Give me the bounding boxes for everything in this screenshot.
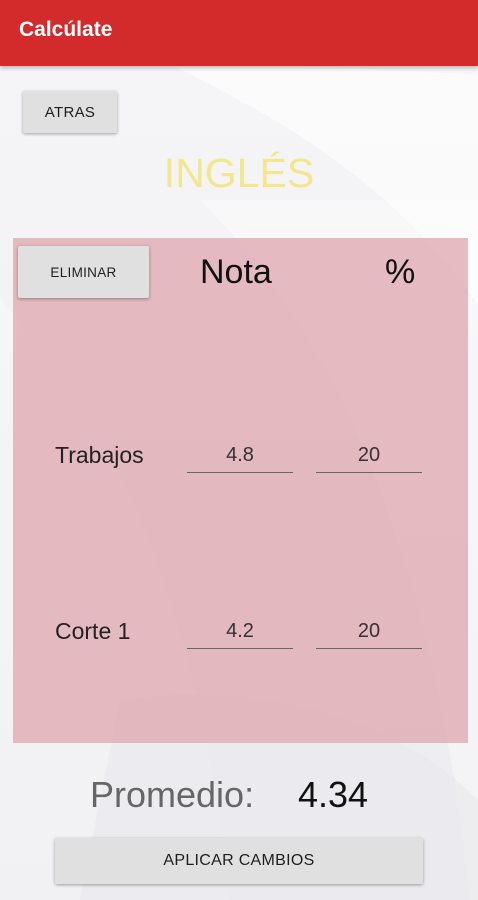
percent-column-header: % xyxy=(385,253,416,291)
grade-input-trabajos[interactable]: 4.8 xyxy=(187,438,293,473)
grade-input-corte-1[interactable]: 4.2 xyxy=(187,614,293,649)
row-label-trabajos: Trabajos xyxy=(55,442,144,468)
subject-title: INGLÉS xyxy=(163,150,315,196)
apply-changes-button[interactable]: APLICAR CAMBIOS xyxy=(55,838,423,884)
average-label: Promedio: xyxy=(90,774,255,815)
delete-button[interactable]: ELIMINAR xyxy=(18,246,149,298)
row-label-corte-1: Corte 1 xyxy=(55,618,131,644)
percent-input-corte-1[interactable]: 20 xyxy=(316,614,422,649)
average-value: 4.34 xyxy=(298,774,369,815)
grade-column-header: Nota xyxy=(200,253,272,291)
app-title: Calcúlate xyxy=(19,18,113,41)
grades-panel xyxy=(13,238,468,743)
app-bar: Calcúlate xyxy=(0,0,478,66)
percent-input-trabajos[interactable]: 20 xyxy=(316,438,422,473)
back-button[interactable]: ATRAS xyxy=(23,91,117,133)
